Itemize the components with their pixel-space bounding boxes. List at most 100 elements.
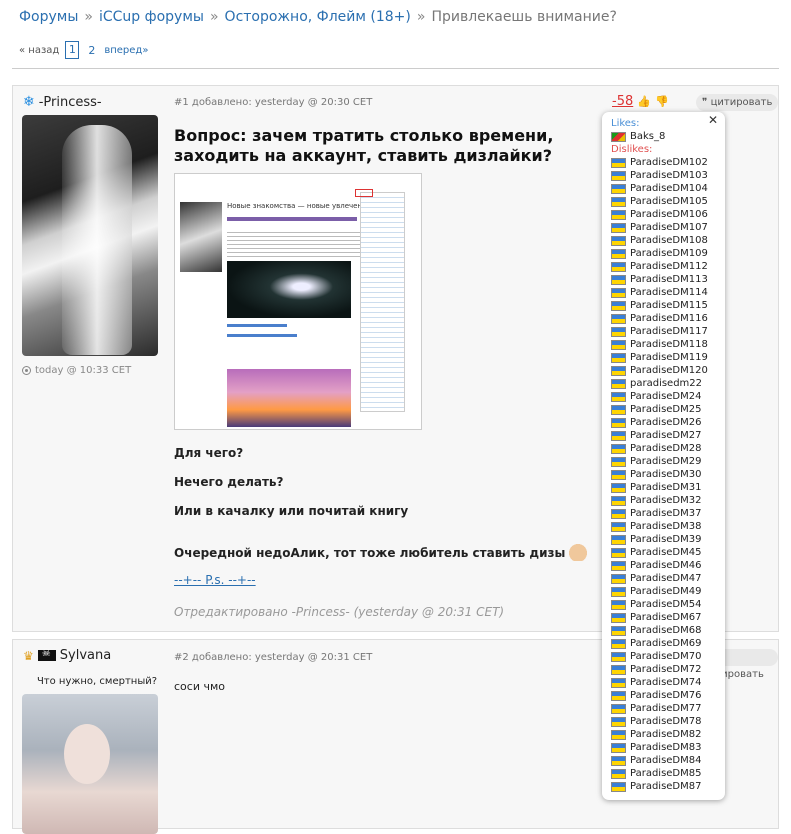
flag-icon xyxy=(611,183,626,194)
flag-icon xyxy=(611,482,626,493)
dislike-item[interactable]: paradisedm22 xyxy=(611,377,721,390)
dislike-item[interactable]: ParadiseDM107 xyxy=(611,221,721,234)
flag-icon xyxy=(611,196,626,207)
dislike-item[interactable]: ParadiseDM38 xyxy=(611,520,721,533)
pager-prev[interactable]: « назад xyxy=(19,45,59,56)
avatar xyxy=(22,115,158,356)
flag-icon xyxy=(611,781,626,792)
flag-icon xyxy=(611,352,626,363)
thumbs-up-icon[interactable]: 👍 xyxy=(637,95,651,108)
flag-icon xyxy=(611,755,626,766)
author-name[interactable]: Sylvana xyxy=(60,648,111,663)
dislike-item[interactable]: ParadiseDM31 xyxy=(611,481,721,494)
dislike-item[interactable]: ParadiseDM85 xyxy=(611,767,721,780)
flag-icon xyxy=(611,326,626,337)
dislike-item[interactable]: ParadiseDM24 xyxy=(611,390,721,403)
dislike-item[interactable]: ParadiseDM78 xyxy=(611,715,721,728)
crumb-flame[interactable]: Осторожно, Флейм (18+) xyxy=(225,9,411,25)
crumb-iccup[interactable]: iCCup форумы xyxy=(99,9,204,25)
dislike-item[interactable]: ParadiseDM120 xyxy=(611,364,721,377)
dislike-item[interactable]: ParadiseDM102 xyxy=(611,156,721,169)
rating-score[interactable]: -58 xyxy=(612,94,633,109)
pager-next[interactable]: вперед» xyxy=(104,45,148,56)
dislike-item[interactable]: ParadiseDM119 xyxy=(611,351,721,364)
dislike-item[interactable]: ParadiseDM28 xyxy=(611,442,721,455)
dislike-item[interactable]: ParadiseDM47 xyxy=(611,572,721,585)
quote-button[interactable]: ❞ цитировать xyxy=(696,94,779,111)
crown-icon: ♛ xyxy=(23,648,34,663)
post-body: соси чмо xyxy=(174,680,225,693)
dislike-item[interactable]: ParadiseDM108 xyxy=(611,234,721,247)
dislike-item[interactable]: ParadiseDM103 xyxy=(611,169,721,182)
dislike-item[interactable]: ParadiseDM27 xyxy=(611,429,721,442)
author-name[interactable]: -Princess- xyxy=(39,95,102,110)
dislikes-label: Dislikes: xyxy=(611,144,653,155)
dislike-item[interactable]: ParadiseDM25 xyxy=(611,403,721,416)
dislike-item[interactable]: ParadiseDM83 xyxy=(611,741,721,754)
dislike-item[interactable]: ParadiseDM116 xyxy=(611,312,721,325)
dislike-item[interactable]: ParadiseDM30 xyxy=(611,468,721,481)
dislike-item[interactable]: ParadiseDM76 xyxy=(611,689,721,702)
dislike-item[interactable]: ParadiseDM104 xyxy=(611,182,721,195)
crumb-forums[interactable]: Форумы xyxy=(19,9,78,25)
like-item[interactable]: Baks_8 xyxy=(611,130,721,143)
dislike-item[interactable]: ParadiseDM45 xyxy=(611,546,721,559)
flag-icon xyxy=(611,716,626,727)
dislike-item[interactable]: ParadiseDM29 xyxy=(611,455,721,468)
flag-icon xyxy=(611,261,626,272)
post-title: Вопрос: зачем тратить столько времени, з… xyxy=(174,126,554,165)
flag-icon xyxy=(611,222,626,233)
dislike-item[interactable]: ParadiseDM115 xyxy=(611,299,721,312)
flag-icon xyxy=(611,599,626,610)
pagination: « назад 1 2 вперед» xyxy=(19,41,148,59)
thumbs-down-icon[interactable]: 👎 xyxy=(655,95,669,108)
dislike-item[interactable]: ParadiseDM46 xyxy=(611,559,721,572)
dislike-item[interactable]: ParadiseDM68 xyxy=(611,624,721,637)
dislike-item[interactable]: ParadiseDM117 xyxy=(611,325,721,338)
dislike-item[interactable]: ParadiseDM112 xyxy=(611,260,721,273)
clock-icon xyxy=(22,366,31,375)
post-author: ♛ Sylvana xyxy=(23,648,171,663)
flag-icon xyxy=(611,378,626,389)
dislike-item[interactable]: ParadiseDM72 xyxy=(611,663,721,676)
dislike-item[interactable]: ParadiseDM69 xyxy=(611,637,721,650)
dislike-item[interactable]: ParadiseDM67 xyxy=(611,611,721,624)
pager-page-2[interactable]: 2 xyxy=(85,44,98,57)
dislike-item[interactable]: ParadiseDM77 xyxy=(611,702,721,715)
dislike-item[interactable]: ParadiseDM39 xyxy=(611,533,721,546)
dislike-item[interactable]: ParadiseDM37 xyxy=(611,507,721,520)
dislike-item[interactable]: ParadiseDM105 xyxy=(611,195,721,208)
flag-icon xyxy=(611,313,626,324)
dislike-item[interactable]: ParadiseDM26 xyxy=(611,416,721,429)
flag-icon xyxy=(611,586,626,597)
flag-icon xyxy=(611,690,626,701)
flag-icon xyxy=(611,209,626,220)
close-icon[interactable]: ✕ xyxy=(708,113,718,127)
dislike-item[interactable]: ParadiseDM82 xyxy=(611,728,721,741)
dislike-item[interactable]: ParadiseDM114 xyxy=(611,286,721,299)
flag-icon xyxy=(611,742,626,753)
post-line: Очередной недоАлик, тот тоже любитель ст… xyxy=(174,541,590,561)
flag-icon xyxy=(611,768,626,779)
dislike-item[interactable]: ParadiseDM74 xyxy=(611,676,721,689)
dislike-item[interactable]: ParadiseDM113 xyxy=(611,273,721,286)
dislike-item[interactable]: ParadiseDM109 xyxy=(611,247,721,260)
dislike-item[interactable]: ParadiseDM106 xyxy=(611,208,721,221)
flag-icon xyxy=(611,430,626,441)
flag-icon xyxy=(611,729,626,740)
flag-icon xyxy=(611,339,626,350)
dislike-item[interactable]: ParadiseDM54 xyxy=(611,598,721,611)
dislikes-list: ParadiseDM102 ParadiseDM103 ParadiseDM104 P… xyxy=(611,156,721,793)
dislike-item[interactable]: ParadiseDM84 xyxy=(611,754,721,767)
flag-icon xyxy=(611,235,626,246)
dislike-item[interactable]: ParadiseDM70 xyxy=(611,650,721,663)
dislike-item[interactable]: ParadiseDM118 xyxy=(611,338,721,351)
dislike-item[interactable]: ParadiseDM49 xyxy=(611,585,721,598)
ps-link[interactable]: --+-- P.s. --+-- xyxy=(174,573,256,587)
dislike-item[interactable]: ParadiseDM87 xyxy=(611,780,721,793)
flag-icon xyxy=(611,456,626,467)
flag-icon xyxy=(611,534,626,545)
crumb-current: Привлекаешь внимание? xyxy=(431,9,617,25)
dislike-item[interactable]: ParadiseDM32 xyxy=(611,494,721,507)
flag-icon xyxy=(611,365,626,376)
